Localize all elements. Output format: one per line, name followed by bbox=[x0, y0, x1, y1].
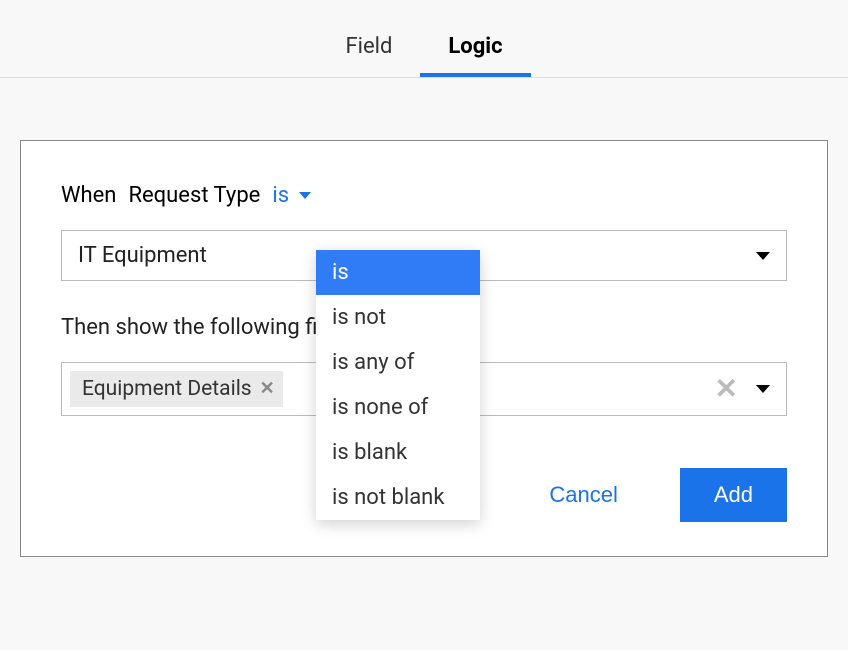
field-chip-label: Equipment Details bbox=[82, 377, 252, 401]
operator-option-is-none-of[interactable]: is none of bbox=[316, 385, 480, 430]
condition-field-name: Request Type bbox=[128, 183, 260, 208]
operator-option-is-not-blank[interactable]: is not blank bbox=[316, 475, 480, 520]
add-button[interactable]: Add bbox=[680, 468, 787, 522]
operator-option-is-not[interactable]: is not bbox=[316, 295, 480, 340]
operator-option-is-any-of[interactable]: is any of bbox=[316, 340, 480, 385]
multiselect-right-controls: ✕ bbox=[715, 375, 770, 403]
operator-selected-label: is bbox=[272, 183, 289, 208]
operator-option-is[interactable]: is bbox=[316, 250, 480, 295]
field-chip: Equipment Details ✕ bbox=[70, 371, 283, 407]
caret-down-icon bbox=[756, 385, 770, 393]
operator-option-is-blank[interactable]: is blank bbox=[316, 430, 480, 475]
operator-dropdown-menu: is is not is any of is none of is blank … bbox=[316, 250, 480, 520]
condition-row: When Request Type is bbox=[61, 183, 787, 208]
condition-value-label: IT Equipment bbox=[78, 243, 207, 268]
clear-all-icon[interactable]: ✕ bbox=[715, 375, 738, 403]
caret-down-icon bbox=[756, 252, 770, 260]
tabs-bar: Field Logic bbox=[0, 0, 848, 78]
tab-field[interactable]: Field bbox=[317, 20, 420, 77]
caret-down-icon bbox=[299, 192, 311, 199]
operator-dropdown-trigger[interactable]: is bbox=[272, 183, 311, 208]
chip-remove-icon[interactable]: ✕ bbox=[260, 380, 275, 398]
tab-logic[interactable]: Logic bbox=[420, 20, 530, 77]
cancel-button[interactable]: Cancel bbox=[515, 468, 651, 522]
when-label: When bbox=[61, 183, 116, 208]
